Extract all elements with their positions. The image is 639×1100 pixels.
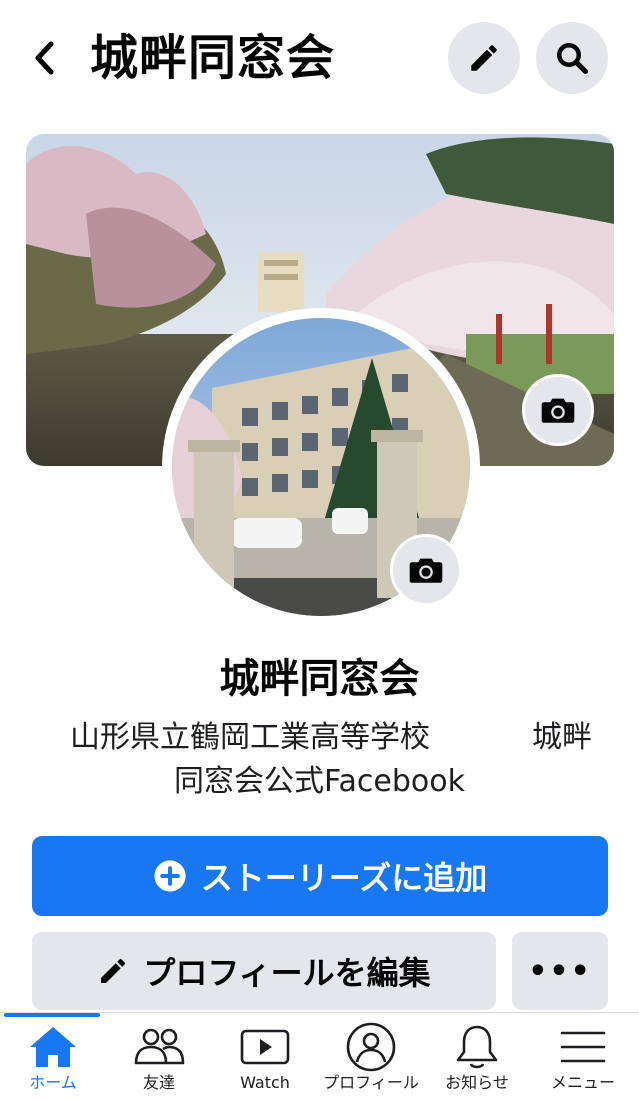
- friends-icon: [134, 1028, 185, 1065]
- avatar-camera-button[interactable]: [390, 534, 462, 606]
- bell-icon: [456, 1025, 498, 1069]
- bio-text-line2: 同窓会公式Facebook: [174, 764, 465, 799]
- nav-label-friends: 友達: [142, 1073, 175, 1092]
- nav-item-profile[interactable]: プロフィール: [318, 1013, 424, 1100]
- nav-item-menu[interactable]: メニュー: [530, 1013, 636, 1100]
- profile-name: 城畔同窓会: [219, 656, 420, 702]
- plus-circle-icon: [154, 860, 186, 892]
- nav-item-notifications[interactable]: お知らせ: [424, 1013, 530, 1100]
- nav-item-watch[interactable]: Watch: [212, 1013, 318, 1100]
- back-button[interactable]: [24, 34, 64, 82]
- edit-profile-label: プロフィールを編集: [143, 954, 431, 992]
- header: 城畔同窓会: [0, 0, 639, 118]
- nav-label-watch: Watch: [240, 1073, 290, 1092]
- pencil-icon: [101, 958, 126, 983]
- more-options-label: •••: [528, 953, 592, 989]
- nav-label-profile: プロフィール: [323, 1073, 419, 1092]
- bio-text-line1: 山形県立鶴岡工業高等学校: [70, 720, 430, 755]
- cover-camera-button[interactable]: [522, 374, 594, 446]
- nav-label-notifications: お知らせ: [445, 1073, 509, 1092]
- edit-profile-button[interactable]: プロフィールを編集: [32, 932, 496, 1010]
- pencil-icon: [471, 45, 497, 71]
- page-title: 城畔同窓会: [90, 30, 336, 86]
- profile-icon: [346, 1022, 396, 1072]
- camera-icon: [541, 398, 575, 423]
- chevron-left-icon: [35, 41, 54, 75]
- nav-label-menu: メニュー: [550, 1073, 615, 1092]
- camera-icon: [409, 558, 443, 583]
- menu-icon: [560, 1031, 606, 1063]
- add-to-story-label: ストーリーズに追加: [200, 859, 488, 897]
- home-icon: [30, 1027, 76, 1067]
- nav-label-home: ホーム: [29, 1073, 77, 1092]
- nav-item-home[interactable]: ホーム: [0, 1013, 106, 1100]
- watch-icon: [240, 1029, 290, 1065]
- search-button[interactable]: [536, 22, 608, 94]
- more-options-button[interactable]: •••: [512, 932, 608, 1010]
- add-to-story-button[interactable]: ストーリーズに追加: [32, 836, 608, 916]
- nav-item-friends[interactable]: 友達: [106, 1013, 212, 1100]
- bio-text-line1-end: 城畔: [532, 720, 592, 755]
- search-icon: [557, 43, 589, 75]
- bottom-nav: ホーム 友達 Watch プロフィール お知らせ メニュー: [0, 1012, 639, 1100]
- edit-button[interactable]: [448, 22, 520, 94]
